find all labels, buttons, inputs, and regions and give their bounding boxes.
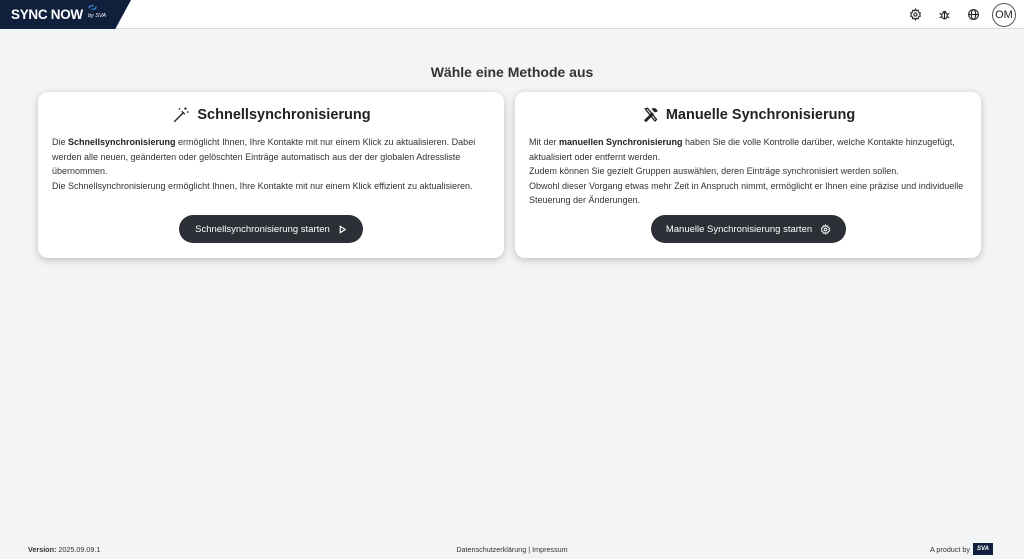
manual-p1-prefix: Mit der (529, 137, 560, 147)
quick-sync-description: Die Schnellsynchronisierung ermöglicht I… (52, 135, 492, 193)
tools-icon (643, 107, 658, 123)
manual-sync-paragraph-1: Mit der manuellen Synchronisierung haben… (529, 135, 969, 164)
logo-text: SYNC NOW (11, 7, 83, 22)
globe-icon (968, 9, 979, 20)
gear-icon (909, 8, 922, 21)
quick-sync-start-button[interactable]: Schnellsynchronisierung starten (179, 215, 363, 243)
privacy-link[interactable]: Datenschutzerklärung (456, 545, 526, 554)
manual-sync-title: Manuelle Synchronisierung (515, 106, 981, 124)
app-logo[interactable]: SYNC NOW by SVA (0, 0, 131, 29)
imprint-link[interactable]: Impressum (532, 545, 568, 554)
footer-separator: | (528, 545, 531, 554)
gear-icon (820, 223, 831, 235)
top-icons: OM (898, 2, 1016, 27)
settings-button[interactable] (904, 3, 927, 26)
manual-p1-bold: manuellen Synchronisierung (559, 137, 683, 147)
user-avatar[interactable]: OM (992, 2, 1016, 27)
quick-p1-prefix: Die (52, 137, 69, 147)
product-by: A product by SVA (930, 543, 993, 555)
top-bar: SYNC NOW by SVA OM (0, 0, 1024, 29)
manual-sync-button-label: Manuelle Synchronisierung starten (665, 223, 813, 235)
product-text: A product by (930, 544, 970, 554)
footer: Version: 2025.09.09.1 Datenschutzerkläru… (0, 543, 1024, 557)
manual-sync-start-button[interactable]: Manuelle Synchronisierung starten (651, 215, 846, 243)
bug-icon (939, 10, 950, 20)
play-icon (339, 224, 347, 234)
quick-p1-bold: Schnellsynchronisierung (68, 137, 176, 147)
quick-sync-button-label: Schnellsynchronisierung starten (195, 223, 330, 235)
magic-wand-icon (174, 107, 189, 123)
manual-sync-title-text: Manuelle Synchronisierung (665, 107, 856, 123)
link-icon (88, 5, 97, 10)
quick-sync-paragraph-2: Die Schnellsynchronisierung ermöglicht I… (52, 180, 473, 191)
sva-logo[interactable]: SVA (973, 543, 993, 555)
language-button[interactable] (962, 3, 985, 26)
debug-button[interactable] (933, 3, 956, 26)
quick-sync-title: Schnellsynchronisierung (38, 106, 504, 124)
manual-sync-paragraph-2: Zudem können Sie gezielt Gruppen auswähl… (529, 166, 899, 177)
manual-sync-description: Mit der manuellen Synchronisierung haben… (529, 135, 969, 208)
manual-sync-card: Manuelle Synchronisierung Mit der manuel… (515, 92, 981, 258)
quick-sync-paragraph-1: Die Schnellsynchronisierung ermöglicht I… (52, 135, 492, 179)
quick-sync-card: Schnellsynchronisierung Die Schnellsynch… (38, 92, 504, 258)
manual-sync-paragraph-3: Obwohl dieser Vorgang etwas mehr Zeit in… (529, 180, 964, 206)
footer-links: Datenschutzerklärung | Impressum (0, 545, 1024, 554)
page-heading: Wähle eine Methode aus (430, 64, 594, 80)
quick-sync-title-text: Schnellsynchronisierung (197, 107, 371, 123)
logo-subtext: by SVA (88, 13, 107, 19)
